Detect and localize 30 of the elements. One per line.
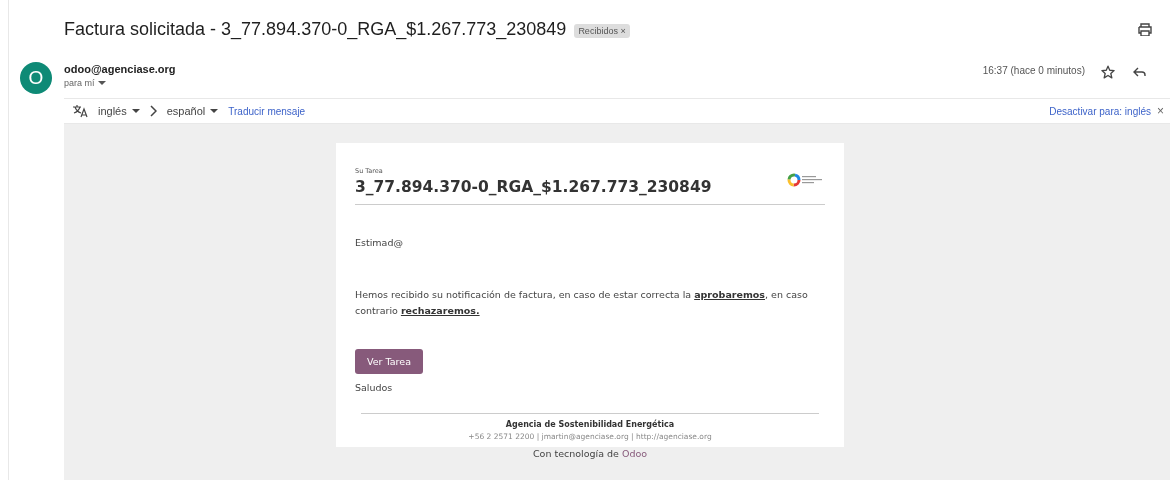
logo-icon bbox=[787, 173, 825, 187]
star-icon[interactable] bbox=[1101, 65, 1115, 79]
sender-email: odoo@agenciase.org bbox=[64, 63, 176, 75]
translate-icon bbox=[72, 104, 88, 118]
inbox-label[interactable]: Recibidos × bbox=[574, 24, 630, 38]
caret-icon bbox=[210, 108, 219, 114]
close-button[interactable]: × bbox=[1157, 104, 1164, 118]
reply-icon[interactable] bbox=[1133, 67, 1146, 77]
chevron-right-icon bbox=[149, 105, 157, 117]
email-subject: Factura solicitada - 3_77.894.370-0_RGA_$1.267.773_230849 bbox=[64, 18, 567, 40]
greeting-text: Estimad@ bbox=[355, 237, 404, 248]
target-language-dropdown[interactable]: español bbox=[166, 105, 219, 117]
inline-link[interactable]: rechazaremos. bbox=[400, 305, 480, 316]
view-task-button[interactable]: Ver Tarea bbox=[355, 349, 423, 374]
odoo-link[interactable]: Odoo bbox=[621, 448, 648, 459]
source-language-dropdown[interactable]: inglés bbox=[98, 105, 140, 117]
translate-message-link[interactable]: Traducir mensaje bbox=[228, 105, 306, 117]
caret-icon bbox=[131, 108, 140, 114]
disable-translation-link[interactable]: Desactivar para: inglés bbox=[1049, 105, 1151, 117]
closing-text: Saludos bbox=[355, 382, 394, 393]
company-name: Agencia de Sostenibilidad Energética bbox=[504, 420, 676, 429]
caret-icon bbox=[97, 80, 106, 86]
powered-by-text: Con tecnología de bbox=[532, 448, 619, 459]
message-paragraph: Hemos recibido su notificación de factura, en caso de estar correcta la aprobaremos, en caso contrario rechazaremos. bbox=[355, 288, 809, 318]
task-title: 3_77.894.370-0_RGA_$1.267.773_230849 bbox=[355, 178, 713, 196]
inline-link[interactable]: aprobaremos bbox=[694, 289, 765, 300]
print-icon[interactable] bbox=[1138, 22, 1152, 36]
timestamp: 16:37 (hace 0 minutos) bbox=[982, 65, 1085, 76]
avatar: O bbox=[20, 62, 52, 94]
recipient-dropdown[interactable]: para mí bbox=[64, 78, 176, 88]
